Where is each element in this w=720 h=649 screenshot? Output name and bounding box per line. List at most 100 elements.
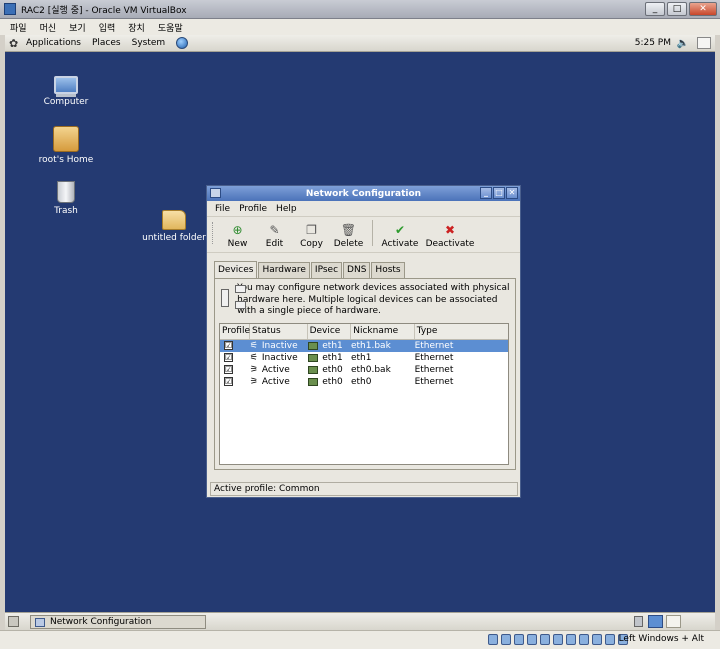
virtualbox-icon (4, 3, 16, 15)
delete-icon: 🗑 (340, 223, 357, 237)
desktop-icon-label: root's Home (38, 155, 94, 165)
window-menubar: File Profile Help (207, 201, 520, 217)
new-label: New (227, 239, 248, 249)
hard-disk-icon[interactable] (488, 634, 498, 645)
optical-drive-icon[interactable] (501, 634, 511, 645)
speaker-icon[interactable]: 🔈 (677, 38, 689, 49)
column-nickname[interactable]: Nickname (351, 324, 415, 339)
window-title: Network Configuration (305, 188, 422, 199)
column-profile[interactable]: Profile (220, 324, 250, 339)
tab-devices[interactable]: Devices (214, 261, 258, 278)
info-text: You may configure network devices associ… (237, 283, 510, 316)
edit-icon: ✎ (269, 223, 280, 237)
delete-label: Delete (333, 239, 364, 249)
new-button[interactable]: ⊕ New (219, 223, 256, 249)
mouse-integration-icon[interactable] (605, 634, 615, 645)
menu-file[interactable]: File (215, 204, 230, 214)
menu-profile[interactable]: Profile (239, 204, 267, 214)
pencil-icon[interactable] (527, 634, 537, 645)
menu-help[interactable]: Help (276, 204, 297, 214)
table-row[interactable]: ☑ ⚟ Inactive eth1 eth1.bak Ethernet (220, 340, 508, 352)
deactivate-button[interactable]: ✖ Deactivate (422, 223, 478, 249)
inactive-status-icon: ⚟ (249, 341, 258, 351)
network-adapter-icon[interactable] (540, 634, 550, 645)
show-desktop-button[interactable] (8, 616, 19, 627)
display-icon[interactable] (566, 634, 576, 645)
trash-icon[interactable] (634, 616, 643, 627)
web-browser-icon[interactable] (176, 37, 189, 49)
table-row[interactable]: ☑ ⚟ Inactive eth1 eth1 Ethernet (220, 352, 508, 364)
host-menu-input[interactable]: 입력 (99, 21, 116, 34)
host-menu-view[interactable]: 보기 (69, 21, 86, 34)
virtualization-icon[interactable] (592, 634, 602, 645)
shared-folder-icon[interactable] (553, 634, 563, 645)
tab-hardware[interactable]: Hardware (258, 262, 310, 278)
status-cell: Inactive (261, 353, 298, 363)
computer-icon (54, 76, 78, 94)
workspace-1[interactable] (648, 615, 663, 628)
nickname-cell: eth1 (350, 353, 372, 363)
places-menu[interactable]: Places (92, 38, 121, 48)
ethernet-icon (308, 342, 319, 350)
usb-icon[interactable] (514, 634, 524, 645)
deactivate-label: Deactivate (425, 239, 475, 249)
host-menu-help[interactable]: 도움말 (158, 21, 183, 34)
desktop-icon-home[interactable]: root's Home (21, 126, 111, 165)
video-capture-icon[interactable] (579, 634, 589, 645)
host-menu-devices[interactable]: 장치 (128, 21, 145, 34)
ethernet-icon (308, 378, 319, 386)
host-menu-file[interactable]: 파일 (10, 21, 27, 34)
tab-dns[interactable]: DNS (343, 262, 371, 278)
device-cell: eth0 (322, 377, 343, 387)
device-cell: eth1 (322, 341, 343, 351)
column-status[interactable]: Status (250, 324, 308, 339)
panel-clock[interactable]: 5:25 PM (635, 38, 671, 48)
delete-button[interactable]: 🗑 Delete (330, 223, 367, 249)
system-menu[interactable]: System (132, 38, 166, 48)
type-cell: Ethernet (414, 341, 454, 351)
minimize-button[interactable]: _ (645, 2, 665, 16)
show-desktop-icon[interactable] (697, 37, 711, 49)
close-button[interactable]: ✕ (689, 2, 717, 16)
type-cell: Ethernet (414, 377, 454, 387)
toolbar-grip[interactable] (212, 222, 215, 244)
copy-label: Copy (300, 239, 323, 249)
tab-ipsec[interactable]: IPsec (310, 262, 343, 278)
column-type[interactable]: Type (415, 324, 508, 339)
toolbar-separator (372, 220, 373, 246)
nickname-cell: eth0.bak (350, 365, 391, 375)
edit-button[interactable]: ✎ Edit (256, 223, 293, 249)
active-status-icon: ⚞ (249, 365, 258, 375)
column-device[interactable]: Device (308, 324, 352, 339)
window-close-button[interactable]: ✕ (506, 187, 518, 199)
table-row[interactable]: ☑ ⚞ Active eth0 eth0.bak Ethernet (220, 364, 508, 376)
network-devices-icon (219, 283, 246, 313)
applications-menu[interactable]: Applications (26, 38, 81, 48)
copy-icon: ❐ (306, 223, 317, 237)
devices-list[interactable]: Profile Status Device Nickname Type ☑ ⚟ … (219, 323, 509, 465)
device-cell: eth0 (322, 365, 343, 375)
workspace-2[interactable] (666, 615, 681, 628)
tab-hosts[interactable]: Hosts (371, 262, 405, 278)
host-menu-machine[interactable]: 머신 (40, 21, 57, 34)
activate-button[interactable]: ✔ Activate (378, 223, 422, 249)
window-title-bar[interactable]: Network Configuration _ □ ✕ (207, 186, 520, 201)
maximize-button[interactable]: □ (667, 2, 687, 16)
gnome-foot-icon[interactable]: ✿ (9, 37, 21, 50)
ethernet-icon (308, 366, 319, 374)
edit-label: Edit (265, 239, 284, 249)
window-minimize-button[interactable]: _ (480, 187, 492, 199)
type-cell: Ethernet (414, 353, 454, 363)
window-maximize-button[interactable]: □ (493, 187, 505, 199)
taskbar-button-network-configuration[interactable]: Network Configuration (30, 615, 206, 629)
status-cell: Inactive (261, 341, 298, 351)
desktop-icon-trash[interactable]: Trash (21, 181, 111, 216)
tab-bar: Devices Hardware IPsec DNS Hosts (214, 261, 406, 278)
inactive-status-icon: ⚟ (249, 353, 258, 363)
network-configuration-window: Network Configuration _ □ ✕ File Profile… (206, 185, 521, 498)
host-statusbar: Left Windows + Alt (0, 630, 720, 649)
copy-button[interactable]: ❐ Copy (293, 223, 330, 249)
desktop-icon-computer[interactable]: Computer (21, 72, 111, 107)
device-cell: eth1 (322, 353, 343, 363)
table-row[interactable]: ☑ ⚞ Active eth0 eth0 Ethernet (220, 376, 508, 388)
